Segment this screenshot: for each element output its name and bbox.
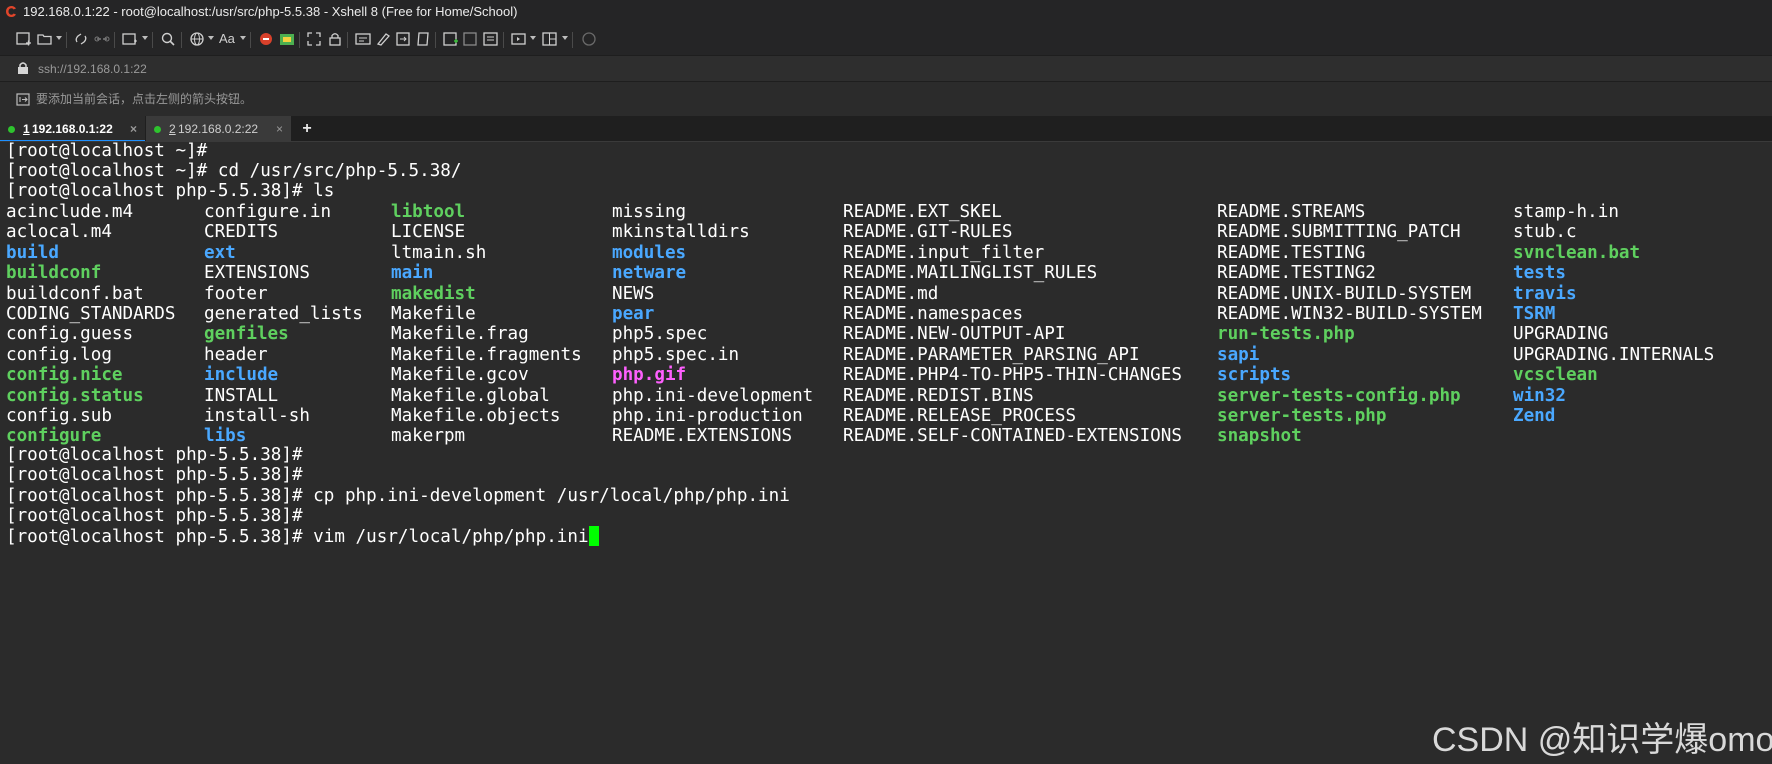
- terminal-cursor: [588, 526, 599, 546]
- new-pane-icon[interactable]: [442, 30, 460, 48]
- ls-entry: README.SELF-CONTAINED-EXTENSIONS: [843, 426, 1182, 447]
- new-tab-icon[interactable]: [121, 30, 139, 48]
- layout-icon[interactable]: [482, 30, 500, 48]
- new-session-icon[interactable]: [15, 30, 33, 48]
- address-bar[interactable]: ssh://192.168.0.1:22: [0, 55, 1772, 82]
- globe-icon[interactable]: [188, 30, 206, 48]
- tab-bar: 1 192.168.0.1:22 × 2 192.168.0.2:22 × +: [0, 116, 1772, 142]
- terminal-line: [root@localhost php-5.5.38]#: [6, 465, 303, 485]
- lock-icon[interactable]: [326, 30, 344, 48]
- compose-icon[interactable]: [354, 30, 372, 48]
- chevron-down-icon[interactable]: [208, 36, 214, 40]
- tab-session-2[interactable]: 2 192.168.0.2:22 ×: [146, 116, 291, 142]
- session-address[interactable]: ssh://192.168.0.1:22: [38, 56, 147, 82]
- connected-status-icon: [154, 126, 161, 133]
- watermark: CSDN @知识学爆omo: [1432, 721, 1772, 759]
- tab-session-1[interactable]: 1 192.168.0.1:22 ×: [0, 116, 145, 142]
- help-icon[interactable]: [580, 30, 598, 48]
- disconnect-icon[interactable]: [93, 30, 111, 48]
- font-icon[interactable]: Aa: [219, 30, 237, 48]
- xshell-icon[interactable]: [257, 30, 275, 48]
- title-bar: 192.168.0.1:22 - root@localhost:/usr/src…: [0, 0, 1772, 24]
- ls-entry: snapshot: [1217, 426, 1302, 447]
- session-hint-text: 要添加当前会话，点击左侧的箭头按钮。: [36, 92, 253, 106]
- terminal-line: [root@localhost php-5.5.38]#: [6, 506, 303, 526]
- xshell-logo-icon: [6, 6, 16, 17]
- chevron-down-icon[interactable]: [530, 36, 536, 40]
- split-icon[interactable]: [541, 30, 559, 48]
- window-title: 192.168.0.1:22 - root@localhost:/usr/src…: [23, 4, 518, 19]
- fullscreen-icon[interactable]: [305, 30, 323, 48]
- xftp-icon[interactable]: [278, 30, 296, 48]
- tab-host: 192.168.0.1:22: [32, 122, 113, 136]
- chevron-down-icon[interactable]: [562, 36, 568, 40]
- open-folder-icon[interactable]: [36, 30, 54, 48]
- lock-icon: [18, 62, 28, 74]
- tile-icon[interactable]: [462, 30, 480, 48]
- session-hint-bar: 要添加当前会话，点击左侧的箭头按钮。: [0, 81, 1772, 117]
- terminal-command: [root@localhost php-5.5.38]# vim /usr/lo…: [6, 527, 589, 547]
- send-key-icon[interactable]: [394, 30, 412, 48]
- tunnel-icon[interactable]: [510, 30, 528, 48]
- chevron-down-icon[interactable]: [240, 36, 246, 40]
- session-arrow-icon[interactable]: [16, 93, 30, 106]
- toolbar: Aa: [0, 24, 1772, 55]
- find-icon[interactable]: [159, 30, 177, 48]
- close-icon[interactable]: ×: [130, 116, 137, 142]
- ls-entry: README.EXTENSIONS: [612, 426, 793, 447]
- highlight-icon[interactable]: [374, 30, 392, 48]
- close-icon[interactable]: ×: [276, 116, 283, 142]
- chevron-down-icon[interactable]: [142, 36, 148, 40]
- ls-entry: makerpm: [391, 426, 466, 447]
- new-tab-button[interactable]: +: [297, 116, 317, 142]
- chevron-down-icon[interactable]: [56, 36, 62, 40]
- tab-host: 192.168.0.2:22: [178, 122, 259, 136]
- tab-number: 2: [169, 122, 176, 136]
- tab-number: 1: [23, 122, 30, 136]
- script-icon[interactable]: [414, 30, 432, 48]
- connected-status-icon: [8, 126, 15, 133]
- terminal-prompt-line: [root@localhost php-5.5.38]# vim /usr/lo…: [6, 526, 599, 549]
- terminal-output[interactable]: [root@localhost ~]# [root@localhost ~]# …: [0, 141, 1772, 764]
- terminal-line: [root@localhost php-5.5.38]# ls: [6, 181, 335, 201]
- ls-entry: Zend: [1513, 406, 1556, 426]
- reconnect-icon[interactable]: [72, 30, 90, 48]
